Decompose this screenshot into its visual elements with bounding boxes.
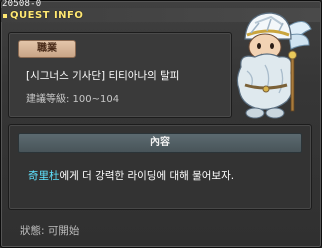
quest-id: 20508-0 bbox=[2, 0, 42, 9]
content-body: 에게 더 강력한 라이딩에 대해 물어보자. bbox=[59, 170, 235, 182]
content-text: 奇里杜에게 더 강력한 라이딩에 대해 물어보자. bbox=[28, 168, 234, 183]
npc-portrait-icon bbox=[236, 12, 312, 119]
window-title: QUEST INFO bbox=[10, 10, 84, 21]
npc-name-link[interactable]: 奇里杜 bbox=[28, 170, 60, 182]
quest-status: 狀態: 可開始 bbox=[20, 225, 80, 237]
title-bullet-icon bbox=[3, 14, 7, 18]
recommended-level: 建議等級: 100~104 bbox=[26, 94, 120, 105]
content-header: 內容 bbox=[18, 133, 302, 153]
quest-name: [시그너스 기사단] 티티아나의 탈피 bbox=[26, 70, 180, 82]
job-badge: 職業 bbox=[18, 40, 76, 58]
